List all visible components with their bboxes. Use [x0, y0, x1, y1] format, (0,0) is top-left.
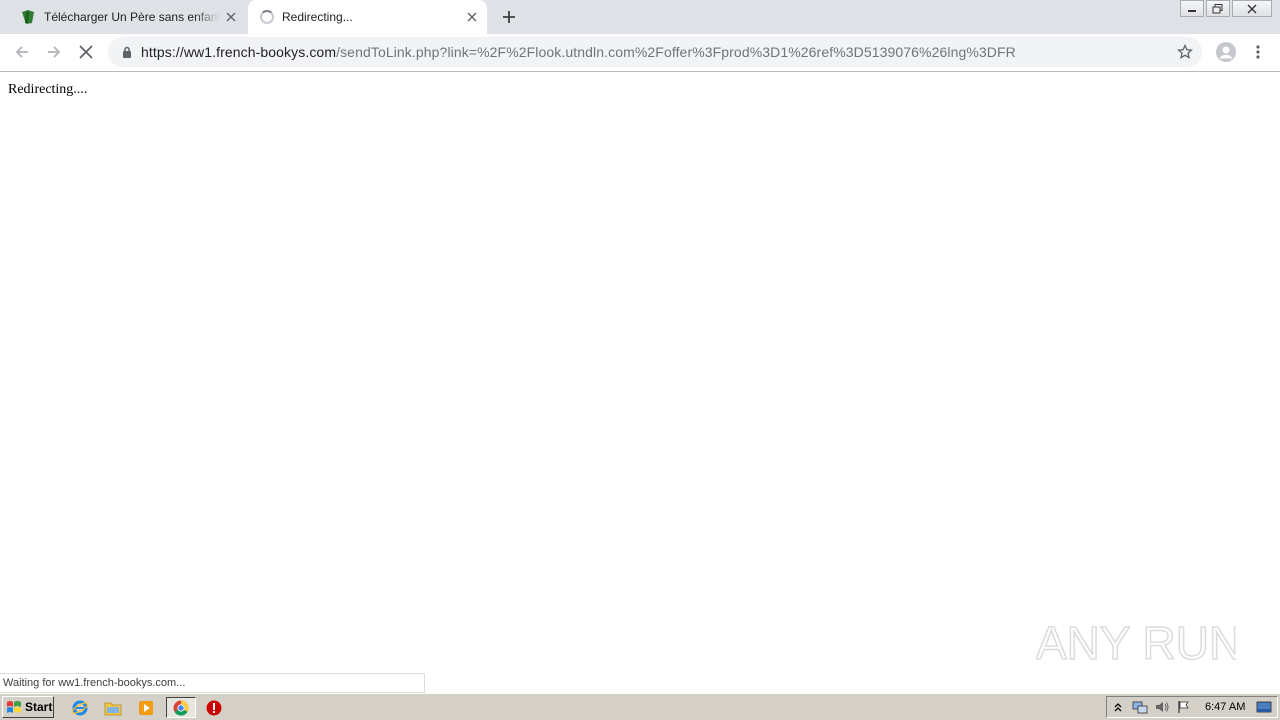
page-viewport: Redirecting.... ANY RUN Waiting for ww1.… — [0, 72, 1280, 693]
file-explorer-icon[interactable] — [102, 697, 124, 718]
book-icon — [20, 9, 36, 25]
close-window-button[interactable] — [1232, 0, 1272, 17]
plus-icon — [503, 11, 515, 23]
status-bubble: Waiting for ww1.french-bookys.com... — [0, 673, 425, 693]
back-button[interactable] — [8, 38, 36, 66]
anyrun-watermark: ANY RUN — [1036, 616, 1236, 670]
url-text: https://ww1.french-bookys.com/sendToLink… — [141, 44, 1016, 60]
chrome-icon — [173, 700, 189, 716]
tab-title: Télécharger Un Père sans enfant - D — [44, 10, 220, 24]
close-tab-icon[interactable] — [220, 6, 242, 28]
screen: Télécharger Un Père sans enfant - D Redi… — [0, 0, 1280, 720]
tab-redirecting[interactable]: Redirecting... — [248, 0, 487, 34]
profile-button[interactable] — [1212, 38, 1240, 66]
volume-icon[interactable] — [1151, 697, 1173, 717]
minimize-button[interactable] — [1180, 0, 1204, 17]
avatar-icon — [1216, 42, 1236, 62]
watermark-text: ANY RUN — [1036, 617, 1236, 669]
arrow-right-icon — [48, 46, 61, 58]
restore-button[interactable] — [1206, 0, 1230, 17]
kebab-menu-icon — [1256, 45, 1260, 59]
chrome-taskbar-button[interactable] — [166, 697, 196, 718]
start-button[interactable]: Start — [2, 696, 54, 718]
address-bar[interactable]: https://ww1.french-bookys.com/sendToLink… — [108, 37, 1202, 67]
close-icon — [1247, 4, 1257, 13]
network-icon[interactable] — [1129, 697, 1151, 717]
redirecting-text: Redirecting.... — [8, 82, 88, 97]
tab-strip: Télécharger Un Père sans enfant - D Redi… — [0, 0, 1280, 34]
windows-logo-icon — [7, 701, 21, 713]
bookmark-star-icon[interactable] — [1176, 43, 1194, 61]
tab-title: Redirecting... — [282, 10, 353, 24]
stop-loading-button[interactable] — [72, 38, 100, 66]
restore-icon — [1212, 3, 1223, 13]
tab-telecharger[interactable]: Télécharger Un Père sans enfant - D — [8, 0, 246, 34]
start-label: Start — [25, 700, 53, 714]
minimize-icon — [1188, 9, 1196, 12]
taskbar: Start 6:47 AM — [0, 693, 1280, 720]
lock-icon — [120, 46, 134, 58]
action-center-flag-icon[interactable] — [1173, 697, 1195, 717]
menu-button[interactable] — [1244, 38, 1272, 66]
internet-explorer-icon[interactable] — [69, 697, 91, 718]
taskbar-clock[interactable]: 6:47 AM — [1205, 701, 1253, 713]
url-host: https://ww1.french-bookys.com — [141, 44, 337, 60]
new-tab-button[interactable] — [497, 5, 521, 29]
stop-sign-icon[interactable] — [203, 697, 225, 718]
url-path: /sendToLink.php?link=%2F%2Flook.utndln.c… — [336, 44, 1016, 60]
browser-toolbar: https://ww1.french-bookys.com/sendToLink… — [0, 34, 1280, 71]
loading-spinner-icon — [260, 10, 274, 24]
show-hidden-icons-icon[interactable] — [1107, 697, 1129, 717]
media-player-icon[interactable] — [135, 697, 157, 718]
arrow-left-icon — [15, 46, 28, 58]
close-icon — [79, 45, 93, 59]
close-tab-icon[interactable] — [461, 6, 483, 28]
system-tray: 6:47 AM — [1106, 696, 1278, 718]
forward-button[interactable] — [40, 38, 68, 66]
show-desktop-icon[interactable] — [1253, 697, 1275, 717]
window-controls — [1178, 0, 1272, 17]
